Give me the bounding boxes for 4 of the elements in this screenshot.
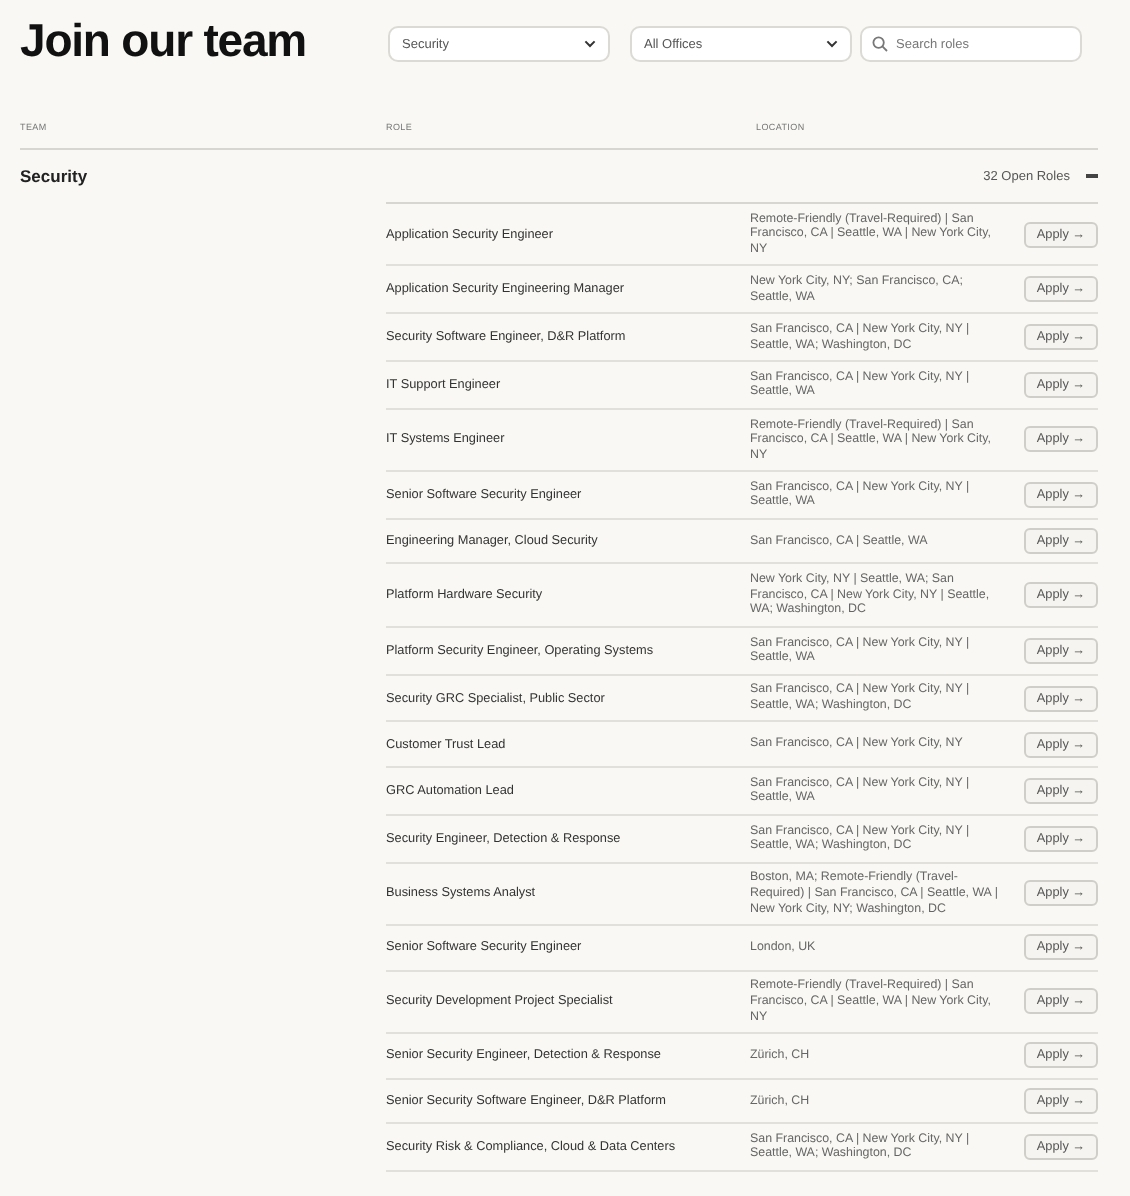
team-name: Security: [20, 166, 88, 186]
chevron-down-icon: [584, 40, 596, 48]
page-title: Join our team: [20, 14, 309, 68]
chevron-down-icon: [826, 40, 838, 48]
